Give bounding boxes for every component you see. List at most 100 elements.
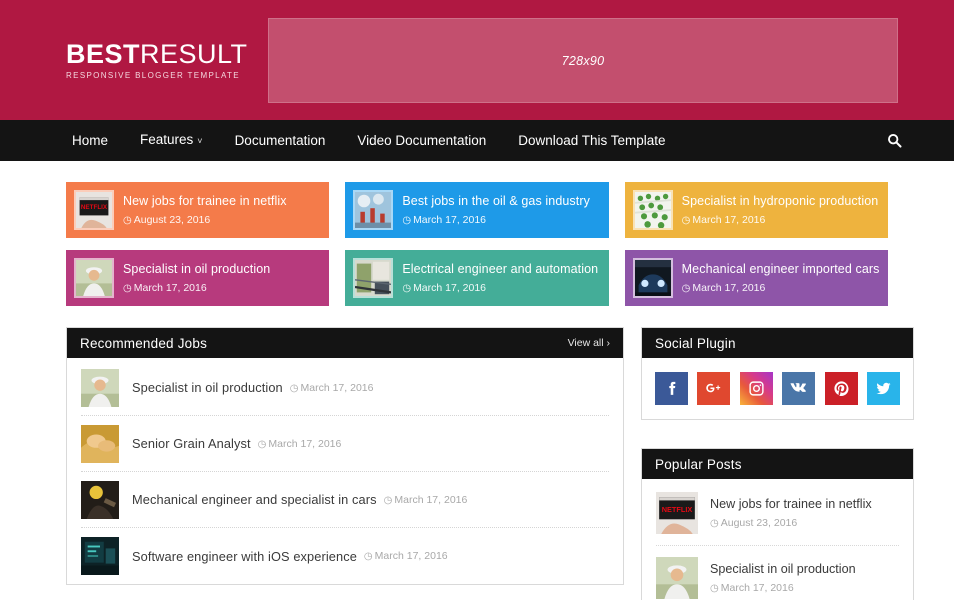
site-logo[interactable]: BESTRESULT RESPONSIVE BLOGGER TEMPLATE bbox=[66, 38, 248, 81]
nav-label: Documentation bbox=[234, 133, 326, 148]
oil-worker-thumbnail-icon bbox=[81, 368, 119, 407]
list-item[interactable]: Software engineer with iOS experience ◷ M… bbox=[81, 528, 609, 584]
recommended-jobs-panel: Recommended Jobs View all › Specialist i… bbox=[66, 327, 624, 585]
vk-button[interactable] bbox=[782, 372, 816, 405]
date-text: March 17, 2016 bbox=[133, 282, 207, 295]
list-item[interactable]: Senior Grain Analyst ◷ March 17, 2016 bbox=[81, 416, 609, 472]
featured-date: ◷ March 17, 2016 bbox=[402, 282, 486, 294]
featured-title: New jobs for trainee in netflix bbox=[123, 193, 287, 208]
social-buttons bbox=[642, 358, 913, 419]
popular-posts-list: NETFLIX New jobs for trainee in netflix … bbox=[642, 479, 913, 600]
svg-text:NETFLIX: NETFLIX bbox=[662, 505, 693, 514]
instagram-icon bbox=[749, 381, 764, 396]
featured-card[interactable]: Specialist in hydroponic production ◷ Mar… bbox=[624, 182, 888, 238]
featured-card[interactable]: Specialist in oil production ◷ March 17, … bbox=[66, 250, 330, 306]
featured-date: ◷ March 17, 2016 bbox=[402, 214, 486, 226]
job-date: ◷ March 17, 2016 bbox=[258, 438, 342, 450]
job-title: Specialist in oil production bbox=[132, 380, 283, 395]
grain-hands-thumbnail-icon bbox=[81, 424, 119, 463]
date-text: August 23, 2016 bbox=[133, 214, 211, 227]
date-text: March 17, 2016 bbox=[413, 282, 487, 295]
instagram-button[interactable] bbox=[739, 372, 773, 405]
clock-icon: ◷ bbox=[363, 551, 373, 562]
date-text: March 17, 2016 bbox=[300, 381, 374, 394]
featured-title: Best jobs in the oil & gas industry bbox=[402, 193, 590, 208]
nav-item-home[interactable]: Home bbox=[56, 120, 124, 161]
date-text: March 17, 2016 bbox=[692, 214, 766, 227]
date-text: March 17, 2016 bbox=[720, 582, 794, 595]
nav-item-video-documentation[interactable]: Video Documentation bbox=[341, 120, 502, 161]
nav-list: Home Features ˅ Documentation Video Docum… bbox=[56, 119, 682, 162]
featured-date: ◷ August 23, 2016 bbox=[123, 214, 210, 226]
ad-banner[interactable]: 728x90 bbox=[268, 18, 898, 103]
featured-title: Specialist in hydroponic production bbox=[681, 193, 879, 208]
featured-posts-grid: NETFLIX New jobs for trainee in netflix … bbox=[66, 161, 888, 306]
featured-card[interactable]: NETFLIX New jobs for trainee in netflix … bbox=[66, 182, 330, 238]
featured-date: ◷ March 17, 2016 bbox=[123, 282, 207, 294]
date-text: March 17, 2016 bbox=[413, 214, 487, 227]
nav-label: Home bbox=[72, 133, 109, 148]
clock-icon: ◷ bbox=[402, 215, 412, 227]
job-title: Mechanical engineer and specialist in ca… bbox=[132, 492, 377, 507]
site-header: BESTRESULT RESPONSIVE BLOGGER TEMPLATE 7… bbox=[0, 0, 954, 120]
logo-light: RESULT bbox=[140, 38, 248, 69]
clock-icon: ◷ bbox=[402, 283, 412, 295]
panel-title: Social Plugin bbox=[655, 335, 736, 351]
search-button[interactable] bbox=[887, 120, 902, 161]
nav-item-features[interactable]: Features ˅ bbox=[124, 119, 219, 162]
chevron-down-icon: ˅ bbox=[197, 136, 203, 146]
clock-icon: ◷ bbox=[681, 283, 691, 295]
twitter-button[interactable] bbox=[866, 372, 900, 405]
clock-icon: ◷ bbox=[123, 215, 132, 227]
list-item[interactable]: NETFLIX New jobs for trainee in netflix … bbox=[656, 481, 899, 546]
social-plugin-panel: Social Plugin bbox=[641, 327, 914, 420]
main-navigation: Home Features ˅ Documentation Video Docum… bbox=[0, 120, 954, 161]
post-date: ◷ March 17, 2016 bbox=[710, 582, 794, 594]
panel-title: Popular Posts bbox=[655, 456, 742, 472]
content-row: Recommended Jobs View all › Specialist i… bbox=[66, 306, 914, 600]
job-date: ◷ March 17, 2016 bbox=[364, 550, 448, 562]
recommended-jobs-header: Recommended Jobs View all › bbox=[67, 328, 623, 358]
featured-card[interactable]: Best jobs in the oil & gas industry ◷ Mar… bbox=[345, 182, 609, 238]
nav-item-documentation[interactable]: Documentation bbox=[219, 120, 342, 161]
nav-label: Video Documentation bbox=[357, 133, 487, 148]
nav-label: Features bbox=[140, 132, 194, 147]
featured-date: ◷ March 17, 2016 bbox=[682, 282, 766, 294]
date-text: August 23, 2016 bbox=[720, 517, 798, 530]
facebook-icon bbox=[669, 381, 676, 395]
list-item[interactable]: Specialist in oil production ◷ March 17, … bbox=[81, 360, 609, 416]
date-text: March 17, 2016 bbox=[268, 437, 342, 450]
netflix-laptop-thumbnail-icon: NETFLIX bbox=[74, 190, 114, 230]
social-plugin-header: Social Plugin bbox=[642, 328, 913, 358]
svg-text:NETFLIX: NETFLIX bbox=[81, 204, 108, 211]
netflix-laptop-thumbnail-icon: NETFLIX bbox=[656, 492, 698, 534]
featured-card[interactable]: Mechanical engineer imported cars ◷ March… bbox=[624, 250, 888, 306]
clock-icon: ◷ bbox=[681, 215, 691, 227]
google-plus-button[interactable] bbox=[697, 372, 731, 405]
welder-thumbnail-icon bbox=[81, 480, 119, 519]
post-date: ◷ August 23, 2016 bbox=[710, 517, 797, 529]
clock-icon: ◷ bbox=[710, 583, 719, 595]
nav-item-download-this-template[interactable]: Download This Template bbox=[502, 120, 681, 161]
featured-title: Mechanical engineer imported cars bbox=[681, 261, 880, 276]
nav-label: Download This Template bbox=[518, 133, 666, 148]
pinterest-button[interactable] bbox=[824, 372, 858, 405]
sidebar: Social Plugin Popular Posts NETFLIX New … bbox=[641, 327, 914, 600]
featured-card[interactable]: Electrical engineer and automation ◷ Marc… bbox=[345, 250, 609, 306]
logo-bold: BEST bbox=[66, 38, 141, 69]
clock-icon: ◷ bbox=[710, 518, 719, 530]
logo-tagline: RESPONSIVE BLOGGER TEMPLATE bbox=[66, 71, 240, 81]
view-all-link[interactable]: View all › bbox=[568, 337, 610, 349]
list-item[interactable]: Mechanical engineer and specialist in ca… bbox=[81, 472, 609, 528]
twitter-icon bbox=[876, 382, 891, 395]
vk-icon bbox=[790, 383, 807, 393]
google-plus-icon bbox=[706, 383, 721, 393]
clock-icon: ◷ bbox=[123, 283, 132, 295]
clock-icon: ◷ bbox=[257, 438, 267, 450]
ad-banner-label: 728x90 bbox=[561, 53, 605, 68]
oil-worker-thumbnail-icon bbox=[656, 557, 698, 599]
facebook-button[interactable] bbox=[655, 372, 688, 405]
clock-icon: ◷ bbox=[383, 494, 393, 506]
list-item[interactable]: Specialist in oil production ◷ March 17, … bbox=[656, 546, 899, 600]
date-text: March 17, 2016 bbox=[374, 550, 448, 562]
